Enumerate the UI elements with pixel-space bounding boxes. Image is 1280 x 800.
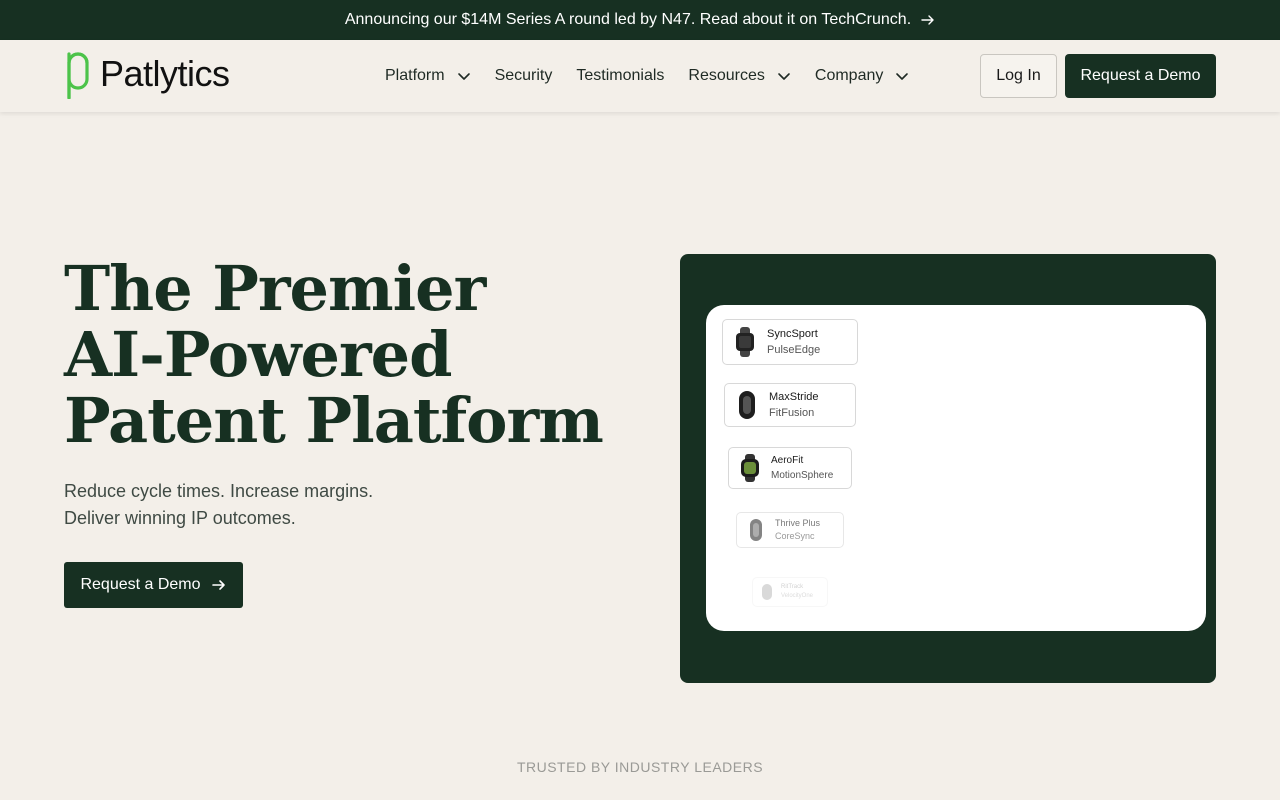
fitness-band-icon <box>762 584 772 600</box>
login-button[interactable]: Log In <box>980 54 1057 98</box>
nav-links: Platform Security Testimonials Resources… <box>385 40 933 112</box>
product-subtitle: FitFusion <box>769 407 815 419</box>
smartwatch-icon <box>741 454 759 482</box>
product-item-thrive-plus[interactable]: Thrive Plus CoreSync <box>736 512 844 548</box>
announcement-bar[interactable]: Announcing our $14M Series A round led b… <box>0 0 1280 40</box>
nav-item-resources[interactable]: Resources <box>688 67 790 85</box>
nav-item-company[interactable]: Company <box>815 67 909 85</box>
product-name: MaxStride <box>769 391 819 403</box>
product-item-syncsport[interactable]: SyncSport PulseEdge <box>722 319 858 365</box>
hero-subtitle-line: Deliver winning IP outcomes. <box>64 508 296 528</box>
fitness-band-icon <box>750 519 762 541</box>
nav-item-testimonials[interactable]: Testimonials <box>576 67 664 85</box>
product-subtitle: VelocityOne <box>781 593 814 599</box>
hero-title: The Premier AI-Powered Patent Platform <box>64 256 604 454</box>
product-list-card: SyncSport PulseEdge MaxStride FitFusion <box>706 305 1206 631</box>
product-item-maxstride[interactable]: MaxStride FitFusion <box>724 383 856 427</box>
chevron-down-icon <box>778 73 790 80</box>
logo[interactable]: Patlytics <box>64 49 230 99</box>
nav-item-label: Company <box>814 67 884 84</box>
nav-item-security[interactable]: Security <box>495 67 553 85</box>
product-subtitle: MotionSphere <box>771 470 834 481</box>
logo-mark-icon <box>67 52 89 99</box>
chevron-down-icon <box>896 73 909 80</box>
nav-item-label: Resources <box>688 67 765 84</box>
logo-text: Patlytics <box>100 53 230 94</box>
nav-item-label: Security <box>494 67 553 84</box>
chevron-down-icon <box>457 73 470 80</box>
nav-item-label: Platform <box>385 67 445 84</box>
hero-title-line: AI-Powered <box>64 318 452 391</box>
top-navbar: Patlytics Platform Security Testimonials… <box>0 40 1280 112</box>
product-name: RitTrack <box>781 584 804 590</box>
announcement-text[interactable]: Announcing our $14M Series A round led b… <box>345 11 911 29</box>
request-demo-button[interactable]: Request a Demo <box>1065 54 1216 98</box>
hero-title-line: Patent Platform <box>64 384 604 457</box>
product-subtitle: CoreSync <box>775 531 815 541</box>
hero-request-demo-button[interactable]: Request a Demo <box>64 562 243 608</box>
hero-title-line: The Premier <box>64 252 486 325</box>
trusted-by-label: TRUSTED BY INDUSTRY LEADERS <box>516 759 764 775</box>
product-item-aerofit[interactable]: AeroFit MotionSphere <box>728 447 852 489</box>
nav-item-platform[interactable]: Platform <box>385 67 471 85</box>
product-subtitle: PulseEdge <box>767 344 821 356</box>
hero-subtitle: Reduce cycle times. Increase margins. De… <box>64 478 484 532</box>
fitness-band-icon <box>739 391 755 419</box>
product-name: SyncSport <box>767 328 818 340</box>
arrow-right-icon <box>211 580 225 590</box>
nav-item-label: Testimonials <box>576 67 665 84</box>
hero-subtitle-line: Reduce cycle times. Increase margins. <box>64 481 374 501</box>
product-name: AeroFit <box>771 455 804 466</box>
hero-cta-label: Request a Demo <box>80 576 201 593</box>
product-showcase-panel: SyncSport PulseEdge MaxStride FitFusion <box>680 254 1216 683</box>
product-item-rittrack[interactable]: RitTrack VelocityOne <box>752 577 828 607</box>
smartwatch-icon <box>736 327 754 357</box>
product-name: Thrive Plus <box>775 518 821 528</box>
arrow-right-icon <box>921 15 934 25</box>
